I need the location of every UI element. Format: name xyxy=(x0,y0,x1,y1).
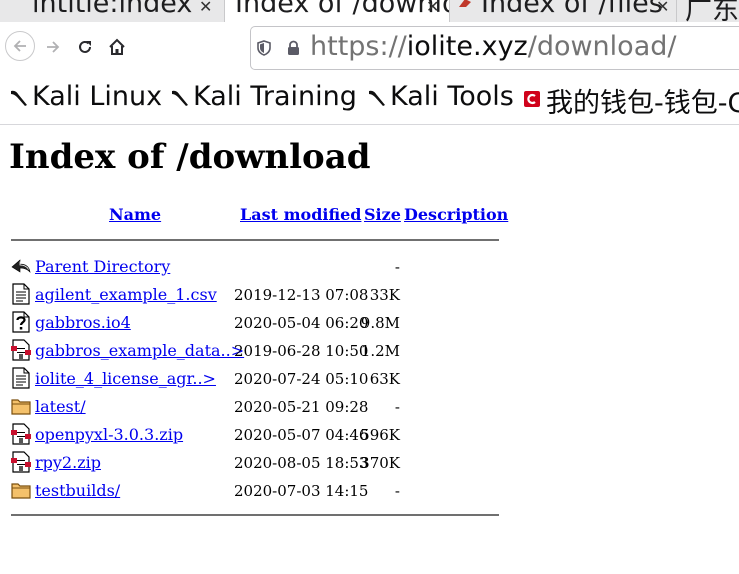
lock-icon[interactable] xyxy=(287,40,300,56)
file-size: 596K xyxy=(360,426,400,444)
file-size: 9.8M xyxy=(360,314,400,332)
tab-title: Index of /files xyxy=(481,0,663,19)
column-header-last-modified[interactable]: Last modified xyxy=(240,205,361,224)
reload-button[interactable] xyxy=(70,32,100,62)
file-link[interactable]: iolite_4_license_agr..> xyxy=(35,369,216,388)
footer-divider xyxy=(11,514,499,516)
forward-button[interactable] xyxy=(38,32,68,62)
tab-title: intitle:index xyxy=(32,0,193,19)
kali-icon xyxy=(11,90,27,106)
file-link[interactable]: rpy2.zip xyxy=(35,453,101,472)
unknown-file-icon xyxy=(12,311,30,333)
list-item: rpy2.zip 2020-08-05 18:53 370K xyxy=(11,451,499,479)
tab-index-of-download[interactable]: Index of /download ✕ xyxy=(224,0,450,22)
file-date: 2020-07-24 05:10 xyxy=(234,370,369,388)
url-scheme: https:// xyxy=(310,31,407,62)
file-link[interactable]: agilent_example_1.csv xyxy=(35,285,217,304)
column-header-name[interactable]: Name xyxy=(109,205,161,224)
list-item: gabbros.io4 2020-05-04 06:20 9.8M xyxy=(11,311,499,339)
tab-close-icon[interactable]: ✕ xyxy=(199,0,212,16)
back-arrow-icon xyxy=(11,259,31,273)
file-link[interactable]: testbuilds/ xyxy=(35,481,120,500)
list-item: latest/ 2020-05-21 09:28 - xyxy=(11,395,499,423)
kali-icon xyxy=(369,90,385,106)
url-host: iolite.xyz xyxy=(406,31,528,62)
back-arrow-icon xyxy=(13,40,26,52)
tab-title: 广东 xyxy=(685,0,739,22)
list-item: gabbros_example_data..> 2019-06-28 10:50… xyxy=(11,339,499,367)
page-title: Index of /download xyxy=(9,137,371,177)
file-date: 2020-05-21 09:28 xyxy=(234,398,369,416)
tracking-protection-shield-icon[interactable] xyxy=(257,40,271,56)
file-link[interactable]: latest/ xyxy=(35,397,86,416)
tab-index-of-files[interactable]: Index of /files ✕ xyxy=(450,0,675,22)
file-date: 2019-06-28 10:50 xyxy=(234,342,369,360)
tab-strip: intitle:index ✕ Index of /download ✕ Ind… xyxy=(0,0,739,22)
folder-icon xyxy=(11,483,31,499)
url-bar[interactable]: https://iolite.xyz/download/ xyxy=(250,26,739,70)
wallet-icon xyxy=(524,91,540,107)
file-date: 2020-05-04 06:20 xyxy=(234,314,369,332)
forward-arrow-icon xyxy=(47,41,60,53)
tab-close-icon[interactable]: ✕ xyxy=(656,0,669,16)
file-size: 370K xyxy=(360,454,400,472)
tab-guangdong[interactable]: 广东 xyxy=(676,0,739,22)
bookmark-label: Kali Training xyxy=(193,81,357,112)
home-button[interactable] xyxy=(102,32,132,62)
bookmarks-toolbar: Kali Linux Kali Training Kali Tools 我的钱包… xyxy=(0,72,739,125)
file-size: 33K xyxy=(369,286,400,304)
file-link[interactable]: gabbros_example_data..> xyxy=(35,341,244,360)
file-size: - xyxy=(394,482,400,500)
bookmark-label: Kali Linux xyxy=(32,81,163,112)
navigation-bar: https://iolite.xyz/download/ xyxy=(0,22,739,72)
column-header-size[interactable]: Size xyxy=(364,205,401,224)
tab-close-icon[interactable]: ✕ xyxy=(426,0,439,16)
folder-icon xyxy=(11,399,31,415)
file-date: 2020-07-03 14:15 xyxy=(234,482,369,500)
file-size: 1.2M xyxy=(360,342,400,360)
column-header-description[interactable]: Description xyxy=(404,205,508,224)
text-file-icon xyxy=(12,283,30,305)
file-size: 63K xyxy=(369,370,400,388)
file-link[interactable]: openpyxl-3.0.3.zip xyxy=(35,425,183,444)
kali-icon xyxy=(172,90,188,106)
url-path: /download/ xyxy=(527,31,677,62)
back-button[interactable] xyxy=(5,31,35,61)
compressed-file-icon xyxy=(11,339,31,361)
file-size: - xyxy=(394,398,400,416)
tab-title: Index of /download xyxy=(235,0,449,19)
reload-icon xyxy=(79,40,91,53)
header-divider xyxy=(11,239,499,241)
list-item: agilent_example_1.csv 2019-12-13 07:08 3… xyxy=(11,283,499,311)
file-link[interactable]: Parent Directory xyxy=(35,257,170,276)
list-item: iolite_4_license_agr..> 2020-07-24 05:10… xyxy=(11,367,499,395)
home-icon xyxy=(109,38,125,55)
list-item: testbuilds/ 2020-07-03 14:15 - xyxy=(11,479,499,507)
file-date: 2019-12-13 07:08 xyxy=(234,286,369,304)
text-file-icon xyxy=(12,367,30,389)
compressed-file-icon xyxy=(11,423,31,445)
file-size: - xyxy=(394,258,400,276)
compressed-file-icon xyxy=(11,451,31,473)
file-date: 2020-08-05 18:53 xyxy=(234,454,369,472)
tab-intitle-index[interactable]: intitle:index ✕ xyxy=(0,0,223,22)
url-text[interactable]: https://iolite.xyz/download/ xyxy=(310,31,676,62)
bookmark-label: 我的钱包-钱包-C xyxy=(546,88,739,119)
file-date: 2020-05-07 04:46 xyxy=(234,426,369,444)
bookmark-label: Kali Tools xyxy=(390,81,514,112)
list-item: openpyxl-3.0.3.zip 2020-05-07 04:46 596K xyxy=(11,423,499,451)
list-item-parent-directory: Parent Directory - xyxy=(11,255,499,283)
tab-favicon-icon xyxy=(459,0,471,7)
file-link[interactable]: gabbros.io4 xyxy=(35,313,131,332)
